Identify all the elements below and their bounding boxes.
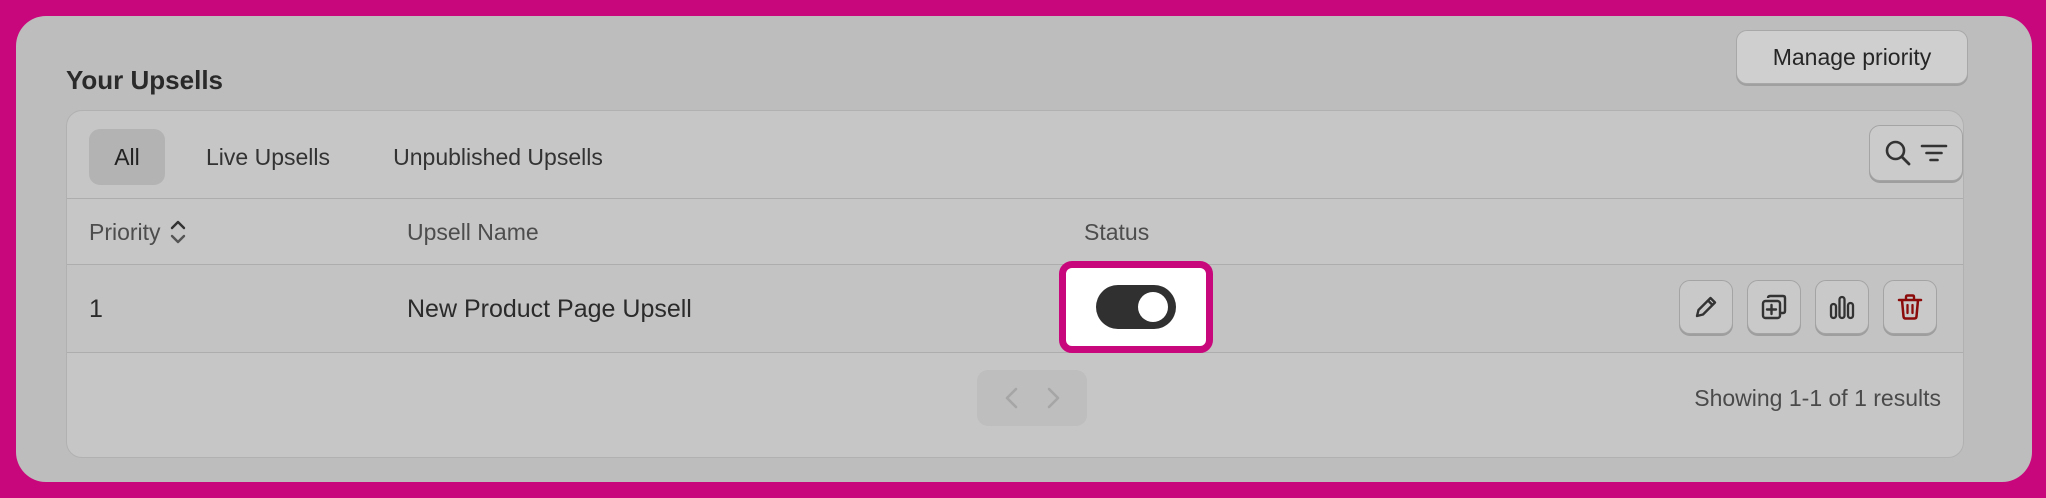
table-header: Priority Upsell Name Status xyxy=(67,199,1963,265)
results-count: Showing 1-1 of 1 results xyxy=(1694,384,1941,411)
duplicate-icon xyxy=(1759,292,1789,322)
delete-icon xyxy=(1895,292,1925,322)
tabs-bar: All Live Upsells Unpublished Upsells xyxy=(67,111,1963,199)
column-upsell-name: Upsell Name xyxy=(407,218,539,245)
column-status: Status xyxy=(1084,218,1150,245)
sort-up-down-icon[interactable] xyxy=(169,218,187,246)
column-priority-label: Priority xyxy=(89,218,161,245)
chevron-right-icon[interactable] xyxy=(1042,384,1064,412)
tab-all[interactable]: All xyxy=(89,129,165,185)
search-filter-button[interactable] xyxy=(1869,125,1963,181)
edit-button[interactable] xyxy=(1679,280,1733,334)
filter-icon xyxy=(1919,138,1949,168)
chevron-left-icon[interactable] xyxy=(1001,384,1023,412)
upsells-table: All Live Upsells Unpublished Upsells Pri… xyxy=(66,110,1964,458)
manage-priority-button[interactable]: Manage priority xyxy=(1736,30,1968,84)
pagination xyxy=(977,370,1087,426)
column-priority[interactable]: Priority xyxy=(89,199,187,265)
page-title: Your Upsells xyxy=(66,65,224,95)
upsells-card: Your Upsells Manage priority All Live Up… xyxy=(16,16,2032,482)
row-upsell-name: New Product Page Upsell xyxy=(407,294,692,323)
search-icon xyxy=(1883,138,1913,168)
status-highlight xyxy=(1059,261,1213,353)
tab-live-upsells[interactable]: Live Upsells xyxy=(185,129,351,185)
table-row: 1 New Product Page Upsell xyxy=(67,265,1963,353)
tab-unpublished-upsells[interactable]: Unpublished Upsells xyxy=(371,129,625,185)
delete-button[interactable] xyxy=(1883,280,1937,334)
analytics-button[interactable] xyxy=(1815,280,1869,334)
edit-icon xyxy=(1691,292,1721,322)
status-toggle[interactable] xyxy=(1096,285,1176,329)
duplicate-button[interactable] xyxy=(1747,280,1801,334)
toggle-knob xyxy=(1138,292,1168,322)
analytics-icon xyxy=(1827,292,1857,322)
row-priority: 1 xyxy=(89,294,103,323)
